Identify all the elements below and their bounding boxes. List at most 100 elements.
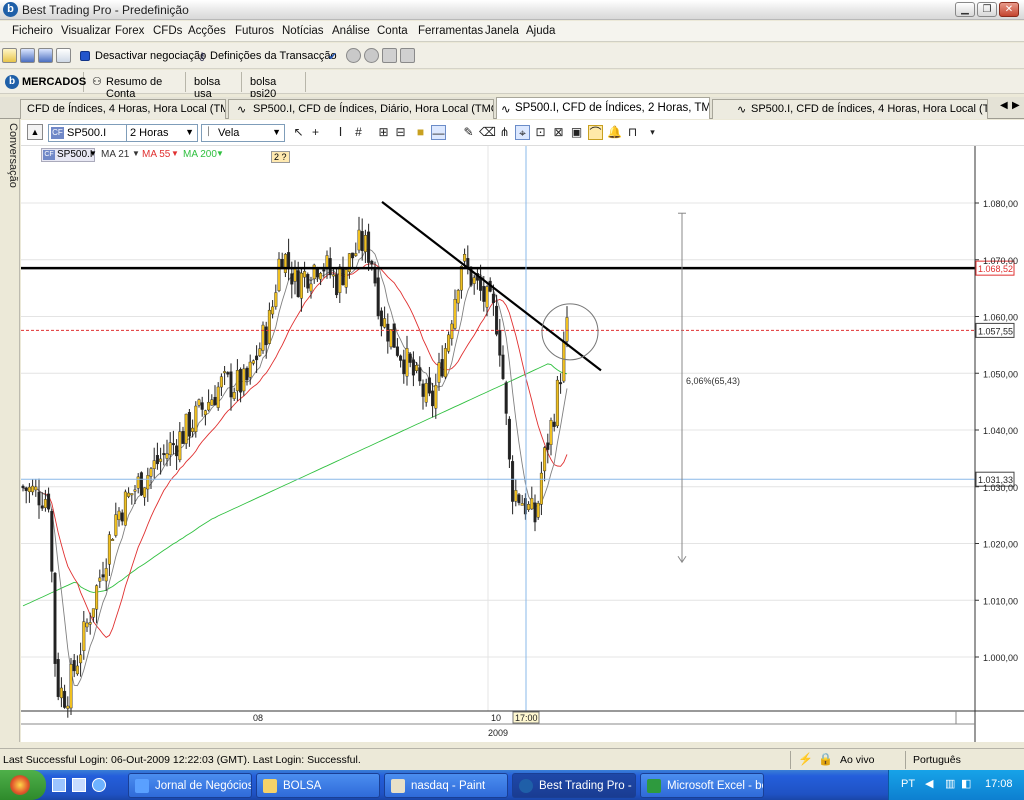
language-indicator[interactable]: PT [901,778,915,790]
status-divider [790,751,791,769]
task-trading[interactable]: Best Trading Pro - P... [512,773,636,798]
transaction-settings-button[interactable]: Definições da Transacção [210,50,337,62]
conversation-label: Conversação [7,123,19,188]
disabled-circle-icon-2[interactable] [364,48,379,63]
crosshair-toggle-icon[interactable]: ⌖ [515,125,530,140]
open-folder-icon[interactable] [2,48,17,63]
pencil-icon[interactable]: ✎ [461,125,476,140]
save-all-icon[interactable] [38,48,53,63]
checkmark-icon[interactable]: ✔ [328,50,337,63]
disabled-home-icon[interactable] [382,48,397,63]
show-desktop-icon[interactable] [52,778,66,792]
menu-ferramentas[interactable]: Ferramentas [418,25,483,37]
menu-visualizar[interactable]: Visualizar [61,25,111,37]
tab-scroll-left-icon[interactable]: ◀ [1000,100,1008,111]
menu-noticias[interactable]: Notícias [282,25,324,37]
chevron-down-icon[interactable]: ▼ [216,149,224,158]
tab-scroll-right-icon[interactable]: ▶ [1012,100,1020,111]
conversation-sidebar[interactable]: Conversação [0,119,20,742]
menu-conta[interactable]: Conta [377,25,408,37]
stop-trading-icon[interactable] [80,51,90,61]
legend-symbol[interactable]: CF SP500.I [41,148,95,162]
collapse-toolbar-icon[interactable]: ▲ [27,124,43,140]
template-icon[interactable]: ⊠ [551,125,566,140]
zoom-in-icon[interactable]: ⊞ [376,125,391,140]
current-price-label: 1.057,55 [978,326,1013,336]
speaker-icon[interactable]: ◧ [961,777,971,790]
legend-ma200[interactable]: MA 200 [183,149,217,160]
tab-markets[interactable]: b MERCADOS [0,72,86,92]
candle-body [274,292,278,307]
tab-bolsa-usa[interactable]: bolsa usa [188,72,242,100]
disabled-circle-icon[interactable] [346,48,361,63]
task-browser[interactable]: Jornal de Negócios/... [128,773,252,798]
menu-cfds[interactable]: CFDs [153,25,182,37]
close-button[interactable]: ✕ [999,2,1019,17]
cursor-icon[interactable]: ↖ [291,125,306,140]
candle-body [171,443,175,446]
crosshair-icon[interactable]: + [308,125,323,140]
doc-tab-4[interactable]: ∿ SP500.I, CFD de Índices, 4 Horas, Hora… [712,99,988,119]
indicator-icon[interactable]: ⊡ [533,125,548,140]
grid-icon[interactable]: # [351,125,366,140]
save-icon[interactable] [20,48,35,63]
chevron-down-icon[interactable]: ▼ [132,149,140,158]
menu-forex[interactable]: Forex [115,25,144,37]
menu-ajuda[interactable]: Ajuda [526,25,555,37]
tray-expand-icon[interactable]: ◀ [925,777,933,790]
minimize-button[interactable]: ▁ [955,2,975,17]
price-chart[interactable]: 1.068,521.057,551.031,336,06%(65,43) 1.0… [21,146,1024,742]
menu-ficheiro[interactable]: Ficheiro [12,25,53,37]
lock-icon[interactable]: ⊓ [625,125,640,140]
task-paint[interactable]: nasdaq - Paint [384,773,508,798]
legend-ma21[interactable]: MA 21 [101,149,129,160]
text-tool-icon[interactable]: Ⅰ [333,125,348,140]
disabled-tool-icon[interactable] [400,48,415,63]
candle-body [507,418,511,460]
lock-icon[interactable]: 🔒 [818,752,833,766]
clock[interactable]: 17:08 [985,778,1013,790]
menu-analise[interactable]: Análise [332,25,370,37]
layout-icon[interactable]: ▣ [569,125,584,140]
chart-canvas[interactable]: 1.068,52 1.057,55 1.031,33 6,06%(65,43) 1.0… [21,146,1024,742]
chart-style-select[interactable]: ᛁ Vela ▼ [201,124,285,142]
toolbar-overflow-icon[interactable]: ▾ [645,125,660,140]
switch-windows-icon[interactable] [72,778,86,792]
deactivate-trading-button[interactable]: Desactivar negociação [95,50,206,62]
connection-icon[interactable]: ⚡ [798,752,813,766]
tab-bolsa-psi20[interactable]: bolsa psi20 [244,72,306,100]
chevron-down-icon[interactable]: ▼ [171,149,179,158]
login-status-text: Last Successful Login: 06-Out-2009 12:22… [3,754,361,766]
color-picker-icon[interactable]: ■ [413,125,428,140]
tab-account-summary[interactable]: ⚇ Resumo de Conta [86,72,186,100]
magnet-icon[interactable]: ⋔ [497,125,512,140]
timeframe-select[interactable]: 2 Horas ▼ [126,124,198,142]
doc-tab-1[interactable]: CFD de Índices, 4 Horas, Hora Local (TMG… [20,99,226,119]
alert-bell-icon[interactable]: 🔔 [607,125,622,140]
legend-badge[interactable]: 2 ? [271,151,290,163]
candle-body [325,255,329,269]
candle-body [114,514,118,536]
auto-scale-icon[interactable]: ⌒ [588,125,603,140]
menu-janela[interactable]: Janela [485,25,519,37]
print-icon[interactable] [56,48,71,63]
browser-icon[interactable] [92,778,106,792]
task-excel-label: Microsoft Excel - bo... [667,780,763,792]
candle-body [290,273,294,285]
chevron-down-icon[interactable]: ▼ [89,149,97,158]
restore-button[interactable]: ❐ [977,2,997,17]
start-button[interactable] [0,770,46,800]
task-excel[interactable]: Microsoft Excel - bo... [640,773,764,798]
menu-futuros[interactable]: Futuros [235,25,274,37]
legend-ma55[interactable]: MA 55 [142,149,170,160]
language-status[interactable]: Português [913,754,961,766]
line-tool-icon[interactable]: — [431,125,446,140]
doc-tab-2-label: SP500.I, CFD de Índices, Diário, Hora Lo… [253,103,494,115]
eraser-icon[interactable]: ⌫ [479,125,496,140]
task-folder[interactable]: BOLSA [256,773,380,798]
zoom-out-icon[interactable]: ⊟ [393,125,408,140]
menu-accoes[interactable]: Acções [188,25,226,37]
doc-tab-3[interactable]: ∿ SP500.I, CFD de Índices, 2 Horas, TMG+… [496,97,710,119]
doc-tab-2[interactable]: ∿ SP500.I, CFD de Índices, Diário, Hora … [228,99,494,119]
network-icon[interactable]: ▥ [945,777,955,790]
